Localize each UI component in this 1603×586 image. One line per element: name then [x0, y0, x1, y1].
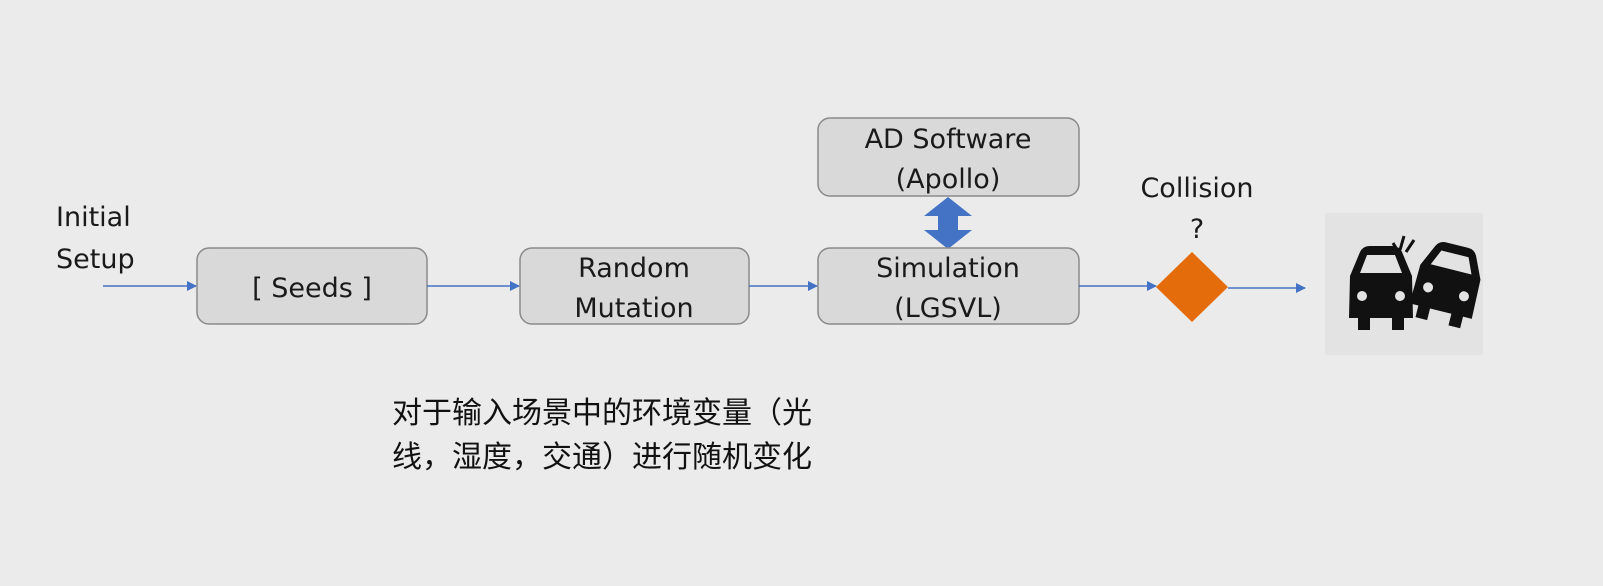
initial-setup-label-line1: Initial	[56, 202, 131, 233]
simulation-node: Simulation (LGSVL)	[817, 247, 1080, 325]
mutation-label-line1: Random	[578, 253, 690, 284]
mutation-label-line2: Mutation	[574, 293, 693, 324]
caption-line2: 线，湿度，交通）进行随机变化	[392, 440, 812, 475]
bidirectional-arrow-icon	[924, 197, 972, 249]
random-mutation-node: Random Mutation	[519, 247, 750, 325]
fuzzing-flow-diagram: Initial Setup [ Seeds ] Random Mutation …	[56, 117, 1483, 355]
seeds-node: [ Seeds ]	[196, 247, 428, 325]
car-crash-icon	[1325, 213, 1483, 355]
simulation-label-line1: Simulation	[876, 253, 1020, 284]
collision-question-mark: ?	[1190, 214, 1204, 245]
ad-software-label-line2: (Apollo)	[896, 164, 1001, 195]
decision-diamond	[1156, 252, 1228, 322]
seeds-label: [ Seeds ]	[252, 273, 372, 304]
ad-software-node: AD Software (Apollo)	[817, 117, 1080, 197]
collision-label: Collision	[1140, 173, 1253, 204]
initial-setup-label-line2: Setup	[56, 244, 135, 275]
simulation-label-line2: (LGSVL)	[894, 293, 1002, 324]
caption-line1: 对于输入场景中的环境变量（光	[392, 396, 812, 431]
ad-software-label-line1: AD Software	[865, 124, 1032, 155]
caption: 对于输入场景中的环境变量（光 线，湿度，交通）进行随机变化	[392, 392, 812, 480]
